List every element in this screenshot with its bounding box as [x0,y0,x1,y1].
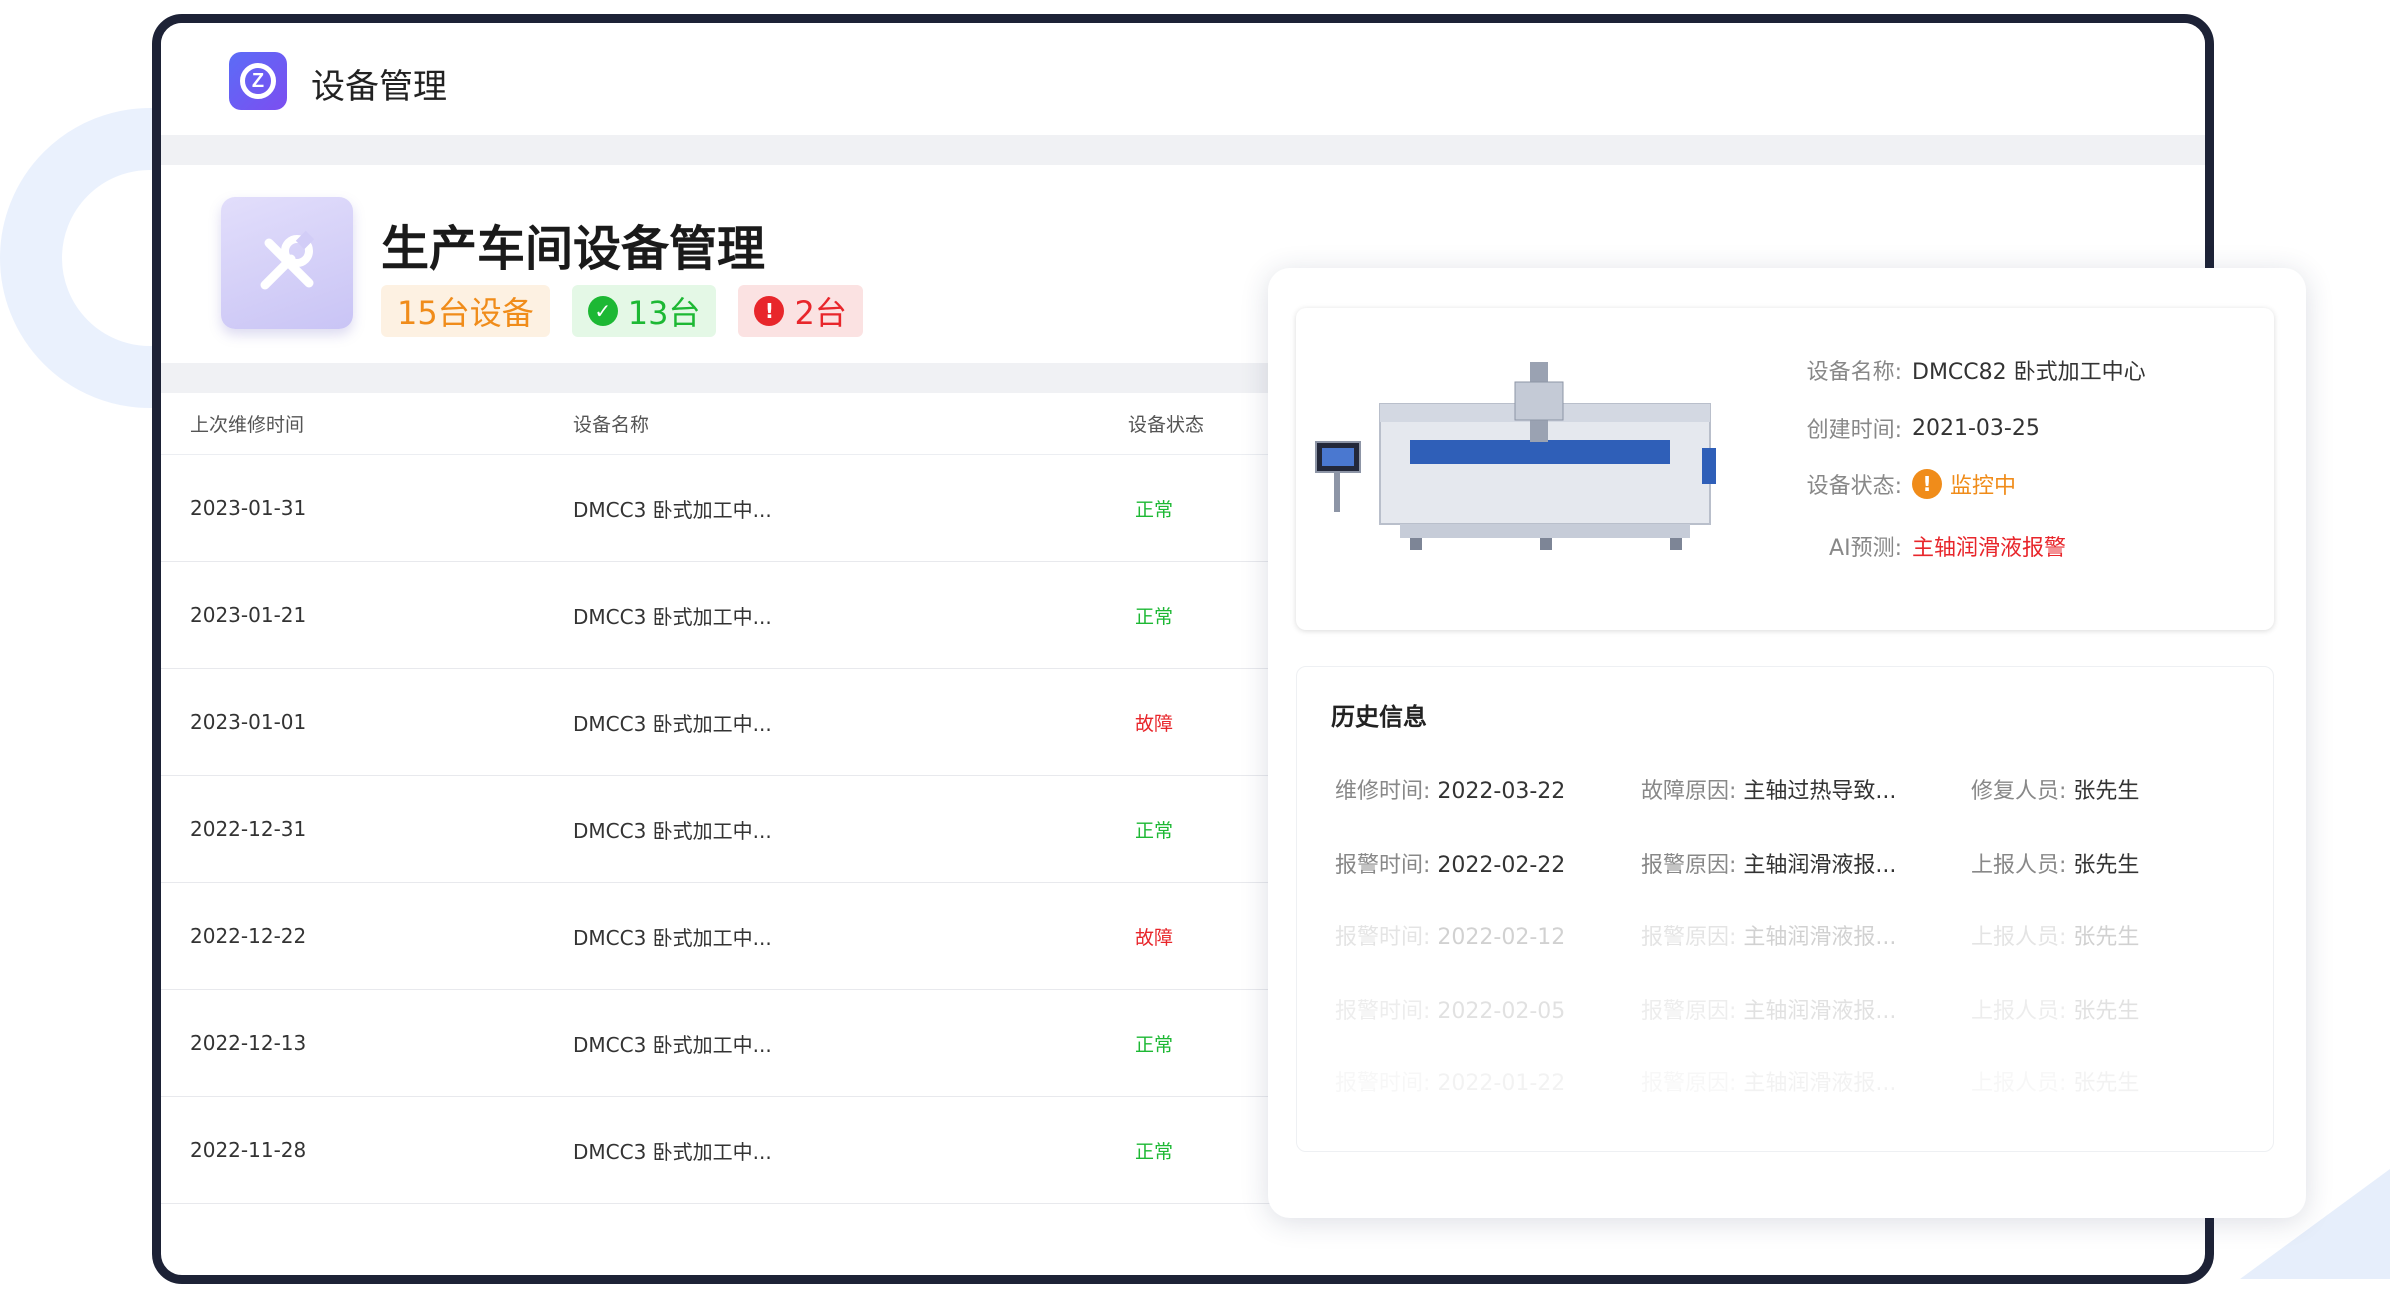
history-reason: 报警原因: 主轴润滑液报... [1641,999,1897,1024]
divider-band [161,135,2205,165]
table-row[interactable]: 2022-11-28 DMCC3 卧式加工中... 正常 [161,1097,1301,1204]
history-row[interactable]: 报警时间: 2022-02-05 报警原因: 主轴润滑液报... 上报人员: 张… [1297,993,2273,1033]
created-time-value: 2021-03-25 [1912,415,2040,441]
table-header: 上次维修时间 设备名称 设备状态 [161,393,1301,455]
history-reason: 故障原因: 主轴过热导致... [1641,779,1897,804]
warning-circle-icon: ! [1912,469,1942,499]
history-time: 报警时间: 2022-02-05 [1335,999,1566,1024]
fault-devices-label: 2台 [794,294,847,332]
info-device-name: 设备名称: DMCC82 卧式加工中心 [1784,354,2146,386]
total-devices-label: 15台设备 [397,294,534,332]
table-row[interactable]: 2022-12-31 DMCC3 卧式加工中... 正常 [161,776,1301,883]
cell-time: 2022-12-13 [190,1031,307,1055]
normal-devices-badge: ✓ 13台 [571,285,717,337]
history-row[interactable]: 报警时间: 2022-01-22 报警原因: 主轴润滑液报... 上报人员: 张… [1297,1065,2273,1105]
summary-badges: 15台设备 ✓ 13台 ! 2台 [381,285,863,337]
machine-illustration [1315,362,1716,550]
history-time: 维修时间: 2022-03-22 [1335,779,1566,804]
ai-prediction-value: 主轴润滑液报警 [1912,536,2067,561]
header-last-repair-time[interactable]: 上次维修时间 [161,410,573,437]
fault-devices-badge: ! 2台 [738,285,863,337]
cell-time: 2023-01-21 [190,603,307,627]
cell-name: DMCC3 卧式加工中... [573,818,772,843]
table-row[interactable]: 2023-01-31 DMCC3 卧式加工中... 正常 [161,455,1301,562]
table-row[interactable]: 2022-12-13 DMCC3 卧式加工中... 正常 [161,990,1301,1097]
cell-name: DMCC3 卧式加工中... [573,711,772,736]
normal-devices-label: 13台 [627,294,701,332]
device-table: 上次维修时间 设备名称 设备状态 2023-01-31 DMCC3 卧式加工中.… [161,393,1301,1204]
history-row[interactable]: 维修时间: 2022-03-22 故障原因: 主轴过热导致... 修复人员: 张… [1297,773,2273,813]
history-person: 上报人员: 张先生 [1971,1071,2140,1096]
check-circle-icon: ✓ [587,296,618,326]
table-row[interactable]: 2023-01-21 DMCC3 卧式加工中... 正常 [161,562,1301,669]
history-person: 上报人员: 张先生 [1971,999,2140,1024]
device-status-value: ! 监控中 [1912,468,2016,500]
table-row[interactable]: 2022-12-22 DMCC3 卧式加工中... 故障 [161,883,1301,990]
device-info-card: 设备名称: DMCC82 卧式加工中心 创建时间: 2021-03-25 设备状… [1296,308,2274,630]
device-name-value: DMCC82 卧式加工中心 [1912,360,2146,385]
history-card: 历史信息 维修时间: 2022-03-22 故障原因: 主轴过热导致... 修复… [1296,666,2274,1152]
cell-time: 2023-01-01 [190,710,307,734]
info-device-status: 设备状态: ! 监控中 [1784,468,2016,500]
cell-time: 2022-12-31 [190,817,307,841]
cell-name: DMCC3 卧式加工中... [573,497,772,522]
cell-name: DMCC3 卧式加工中... [573,1032,772,1057]
wrench-screwdriver-icon [221,197,353,329]
history-person: 上报人员: 张先生 [1971,925,2140,950]
total-devices-badge: 15台设备 [381,285,550,337]
exclamation-circle-icon: ! [754,296,785,326]
history-time: 报警时间: 2022-02-22 [1335,853,1566,878]
history-reason: 报警原因: 主轴润滑液报... [1641,853,1897,878]
info-ai-prediction: AI预测: 主轴润滑液报警 [1784,530,2066,562]
top-bar: Z 设备管理 [161,23,2205,135]
history-time: 报警时间: 2022-01-22 [1335,1071,1566,1096]
logo-glyph: Z [240,63,276,99]
device-status-label: 设备状态: [1806,474,1902,499]
cell-time: 2023-01-31 [190,496,307,520]
ai-prediction-label: AI预测: [1829,536,1902,561]
info-created-time: 创建时间: 2021-03-25 [1784,412,2040,444]
cell-time: 2022-11-28 [190,1138,307,1162]
header-device-name[interactable]: 设备名称 [573,410,1128,437]
history-person: 修复人员: 张先生 [1971,779,2140,804]
device-detail-panel: 设备名称: DMCC82 卧式加工中心 创建时间: 2021-03-25 设备状… [1268,268,2306,1218]
history-row[interactable]: 报警时间: 2022-02-12 报警原因: 主轴润滑液报... 上报人员: 张… [1297,919,2273,959]
table-row[interactable]: 2023-01-01 DMCC3 卧式加工中... 故障 [161,669,1301,776]
cell-name: DMCC3 卧式加工中... [573,604,772,629]
page-title: 生产车间设备管理 [381,221,766,277]
cell-time: 2022-12-22 [190,924,307,948]
created-time-label: 创建时间: [1806,418,1902,443]
history-time: 报警时间: 2022-02-12 [1335,925,1566,950]
cell-name: DMCC3 卧式加工中... [573,1139,772,1164]
history-reason: 报警原因: 主轴润滑液报... [1641,1071,1897,1096]
device-status-text: 监控中 [1950,474,2017,499]
cell-name: DMCC3 卧式加工中... [573,925,772,950]
history-person: 上报人员: 张先生 [1971,853,2140,878]
app-logo-icon[interactable]: Z [229,52,287,110]
history-title: 历史信息 [1331,703,1427,731]
history-reason: 报警原因: 主轴润滑液报... [1641,925,1897,950]
app-title: 设备管理 [311,67,447,107]
history-row[interactable]: 报警时间: 2022-02-22 报警原因: 主轴润滑液报... 上报人员: 张… [1297,847,2273,887]
device-name-label: 设备名称: [1806,360,1902,385]
